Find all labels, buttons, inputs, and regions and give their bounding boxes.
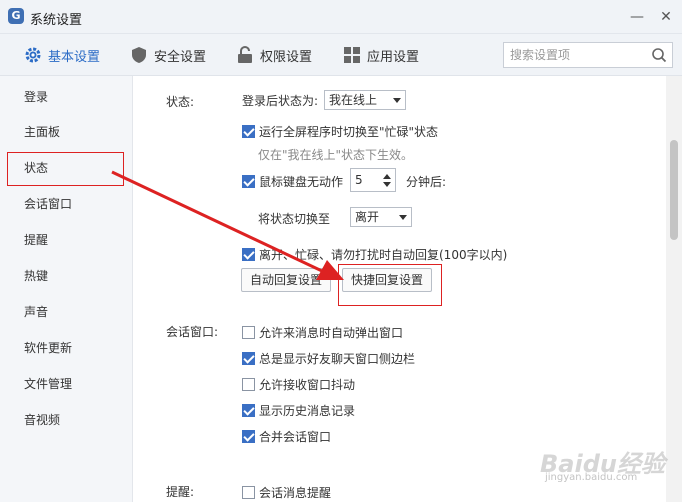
search-icon[interactable] — [651, 47, 667, 63]
close-button[interactable]: ✕ — [657, 8, 675, 26]
status-highlight-box — [7, 152, 124, 186]
auto-reply-settings-button[interactable]: 自动回复设置 — [241, 268, 331, 292]
switch-to-value: 离开 — [355, 210, 380, 224]
auto-reply-checkbox[interactable] — [242, 248, 255, 261]
switch-to-label: 将状态切换至 — [258, 210, 330, 227]
sidebar-item-login[interactable]: 登录 — [24, 89, 48, 105]
auto-popup-checkbox[interactable] — [242, 326, 255, 339]
session-section-label: 会话窗口: — [166, 325, 219, 339]
idle-unit-label: 分钟后: — [406, 173, 446, 190]
minimize-button[interactable]: — — [628, 8, 646, 26]
tab-label: 权限设置 — [260, 49, 313, 65]
login-status-select[interactable]: 我在线上 — [324, 90, 406, 110]
gear-icon — [25, 47, 41, 63]
history-label: 显示历史消息记录 — [259, 404, 356, 418]
idle-label: 鼠标键盘无动作 — [259, 175, 344, 189]
auto-popup-label: 允许来消息时自动弹出窗口 — [259, 326, 404, 340]
idle-minutes-stepper[interactable]: 5 — [350, 168, 396, 192]
fullscreen-busy-option[interactable]: 运行全屏程序时切换至"忙碌"状态 — [242, 123, 438, 140]
session-reminder-checkbox[interactable] — [242, 486, 255, 499]
tab-label: 应用设置 — [367, 49, 420, 65]
apps-icon — [344, 47, 360, 63]
sidebar-item-sound[interactable]: 声音 — [24, 304, 48, 320]
stepper-up-icon[interactable] — [383, 174, 391, 179]
login-status-label: 登录后状态为: — [242, 92, 318, 109]
switch-to-select[interactable]: 离开 — [350, 207, 412, 227]
session-option-merge[interactable]: 合并会话窗口 — [242, 428, 331, 445]
top-nav: 基本设置 安全设置 权限设置 应用设置 — [0, 34, 682, 76]
fullscreen-hint: 仅在"我在线上"状态下生效。 — [258, 148, 414, 162]
tab-security-settings[interactable]: 安全设置 — [130, 43, 206, 67]
session-reminder-label: 会话消息提醒 — [259, 486, 332, 500]
tab-label: 基本设置 — [48, 49, 101, 65]
status-section-label: 状态: — [166, 95, 195, 109]
session-option-history[interactable]: 显示历史消息记录 — [242, 402, 355, 419]
fullscreen-busy-label: 运行全屏程序时切换至"忙碌"状态 — [259, 125, 439, 139]
switch-to-text: 将状态切换至 — [258, 212, 331, 226]
window-shake-label: 允许接收窗口抖动 — [259, 378, 356, 392]
login-status-value: 我在线上 — [329, 93, 378, 107]
watermark-url: jingyan.baidu.com — [545, 472, 638, 483]
merge-windows-label: 合并会话窗口 — [259, 430, 332, 444]
idle-unit-text: 分钟后: — [406, 175, 447, 189]
merge-windows-checkbox[interactable] — [242, 430, 255, 443]
reminder-option-session[interactable]: 会话消息提醒 — [242, 484, 331, 501]
idle-option[interactable]: 鼠标键盘无动作 — [242, 173, 343, 190]
search-box[interactable] — [503, 42, 673, 68]
scrollbar-thumb[interactable] — [670, 140, 678, 240]
window-shake-checkbox[interactable] — [242, 378, 255, 391]
tab-permission-settings[interactable]: 权限设置 — [236, 43, 312, 67]
tab-app-settings[interactable]: 应用设置 — [343, 43, 419, 67]
sidebar-item-reminder[interactable]: 提醒 — [24, 232, 48, 248]
sidebar-item-main-panel[interactable]: 主面板 — [24, 124, 60, 140]
session-option-auto-popup[interactable]: 允许来消息时自动弹出窗口 — [242, 324, 403, 341]
tab-basic-settings[interactable]: 基本设置 — [24, 43, 100, 67]
reminder-section-label: 提醒: — [166, 485, 195, 499]
session-option-shake[interactable]: 允许接收窗口抖动 — [242, 376, 355, 393]
session-option-sidebar[interactable]: 总是显示好友聊天窗口侧边栏 — [242, 350, 415, 367]
window-title: 系统设置 — [30, 13, 83, 28]
quick-reply-highlight-box — [338, 264, 442, 306]
chat-sidebar-checkbox[interactable] — [242, 352, 255, 365]
sidebar: 登录 主面板 状态 会话窗口 提醒 热键 声音 软件更新 文件管理 音视频 — [0, 76, 133, 502]
sidebar-item-software-update[interactable]: 软件更新 — [24, 340, 72, 356]
auto-reply-option[interactable]: 离开、忙碌、请勿打扰时自动回复(100字以内) — [242, 246, 507, 263]
app-logo: G — [8, 8, 24, 24]
stepper-down-icon[interactable] — [383, 182, 391, 187]
chevron-down-icon — [393, 98, 401, 103]
chat-sidebar-label: 总是显示好友聊天窗口侧边栏 — [259, 352, 416, 366]
shield-icon — [132, 47, 146, 63]
tab-label: 安全设置 — [154, 49, 207, 65]
search-input[interactable] — [504, 43, 644, 67]
sidebar-item-audio-video[interactable]: 音视频 — [24, 412, 60, 428]
chevron-down-icon — [399, 215, 407, 220]
sidebar-item-session-window[interactable]: 会话窗口 — [24, 196, 72, 212]
login-status-text: 登录后状态为: — [242, 94, 319, 108]
idle-minutes-value: 5 — [355, 173, 363, 187]
idle-checkbox[interactable] — [242, 175, 255, 188]
title-bar: G 系统设置 — ✕ — [0, 0, 682, 34]
sidebar-item-hotkey[interactable]: 热键 — [24, 268, 48, 284]
auto-reply-label: 离开、忙碌、请勿打扰时自动回复(100字以内) — [259, 248, 508, 262]
history-checkbox[interactable] — [242, 404, 255, 417]
lock-icon — [238, 46, 252, 63]
fullscreen-busy-checkbox[interactable] — [242, 125, 255, 138]
sidebar-item-file-management[interactable]: 文件管理 — [24, 376, 72, 392]
